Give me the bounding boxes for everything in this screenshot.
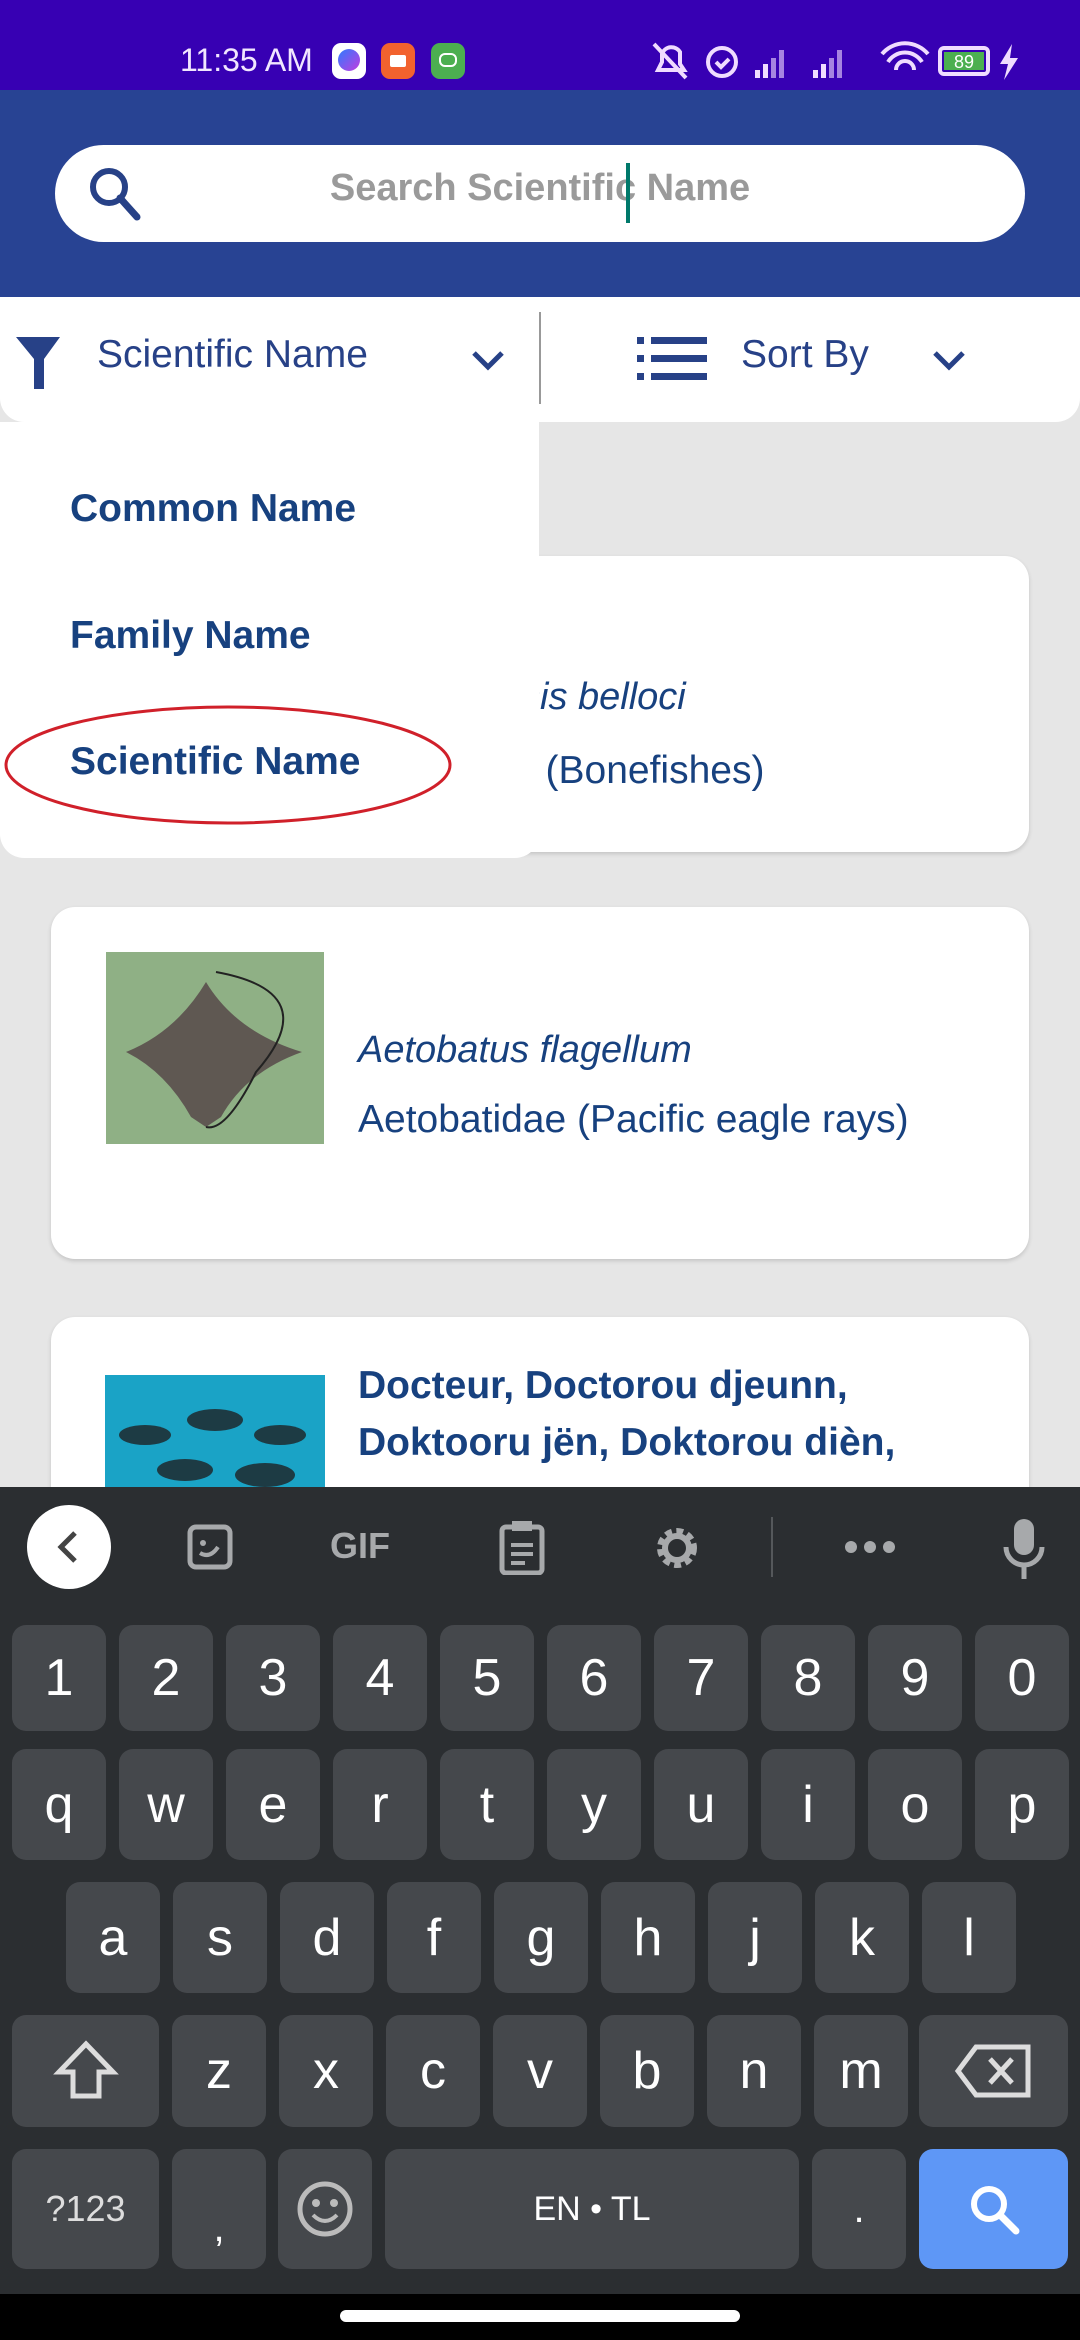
- key-5[interactable]: 5: [440, 1625, 534, 1731]
- search-icon: [970, 2186, 1019, 2235]
- filter-dropdown-button[interactable]: Scientific Name: [0, 297, 539, 422]
- period-key[interactable]: .: [812, 2149, 906, 2269]
- key-l[interactable]: l: [922, 1882, 1016, 1993]
- scientific-name: Aetobatus flagellum: [358, 1029, 692, 1071]
- key-8[interactable]: 8: [761, 1625, 855, 1731]
- clock: 11:35 AM: [180, 42, 313, 78]
- microphone-icon[interactable]: [1000, 1517, 1048, 1581]
- species-card[interactable]: Aetobatus flagellum Aetobatidae (Pacific…: [51, 907, 1029, 1259]
- key-x[interactable]: x: [279, 2015, 373, 2127]
- text-cursor: [626, 163, 630, 223]
- symbols-key[interactable]: ?123: [12, 2149, 159, 2269]
- species-image: [106, 952, 324, 1144]
- emoji-icon: [297, 2181, 353, 2237]
- key-a[interactable]: a: [66, 1882, 160, 1993]
- search-action-key[interactable]: [919, 2149, 1068, 2269]
- sort-by-label: Sort By: [741, 333, 869, 376]
- key-6[interactable]: 6: [547, 1625, 641, 1731]
- filter-icon: [16, 337, 60, 389]
- key-7[interactable]: 7: [654, 1625, 748, 1731]
- family-name: Aetobatidae (Pacific eagle rays): [358, 1098, 909, 1141]
- toolbar-divider: [771, 1517, 773, 1577]
- key-r[interactable]: r: [333, 1749, 427, 1860]
- alarm-icon: [706, 46, 738, 78]
- filter-selected: Scientific Name: [97, 333, 368, 376]
- charging-icon: [1000, 44, 1018, 80]
- list-icon: [637, 337, 707, 380]
- key-o[interactable]: o: [868, 1749, 962, 1860]
- key-w[interactable]: w: [119, 1749, 213, 1860]
- option-common-name[interactable]: Common Name: [70, 487, 356, 531]
- search-placeholder: Search Scientific Name: [329, 167, 751, 209]
- key-d[interactable]: d: [280, 1882, 374, 1993]
- option-family-name[interactable]: Family Name: [70, 614, 311, 658]
- video-call-icon: [381, 43, 415, 79]
- filter-dropdown-menu: Common Name Family Name Scientific Name: [0, 422, 539, 858]
- battery-level: 89: [954, 52, 974, 72]
- key-p[interactable]: p: [975, 1749, 1069, 1860]
- key-t[interactable]: t: [440, 1749, 534, 1860]
- key-n[interactable]: n: [707, 2015, 801, 2127]
- messenger-icon: [332, 43, 366, 79]
- key-g[interactable]: g: [494, 1882, 588, 1993]
- backspace-icon: [954, 2044, 1030, 2098]
- key-3[interactable]: 3: [226, 1625, 320, 1731]
- key-4[interactable]: 4: [333, 1625, 427, 1731]
- wifi-icon: [880, 41, 930, 71]
- emoji-key[interactable]: [278, 2149, 372, 2269]
- signal-icon: [755, 50, 842, 78]
- settings-gear-icon[interactable]: [652, 1523, 702, 1573]
- key-e[interactable]: e: [226, 1749, 320, 1860]
- sticker-icon[interactable]: [186, 1523, 236, 1573]
- annotation-ellipse: [4, 705, 452, 825]
- family-name: e (Bonefishes): [513, 749, 765, 792]
- backspace-key[interactable]: [919, 2015, 1068, 2127]
- key-s[interactable]: s: [173, 1882, 267, 1993]
- key-f[interactable]: f: [387, 1882, 481, 1993]
- key-k[interactable]: k: [815, 1882, 909, 1993]
- key-h[interactable]: h: [601, 1882, 695, 1993]
- key-1[interactable]: 1: [12, 1625, 106, 1731]
- android-bot-icon: [431, 43, 465, 79]
- search-input[interactable]: Search Scientific Name: [55, 145, 1025, 242]
- chevron-down-icon: [472, 351, 504, 371]
- more-icon[interactable]: [843, 1539, 897, 1555]
- shift-key[interactable]: [12, 2015, 159, 2127]
- system-icons: 89: [652, 41, 1018, 80]
- key-m[interactable]: m: [814, 2015, 908, 2127]
- comma-key[interactable]: ,: [172, 2149, 266, 2269]
- keyboard-back-button[interactable]: [27, 1505, 111, 1589]
- key-b[interactable]: b: [600, 2015, 694, 2127]
- key-c[interactable]: c: [386, 2015, 480, 2127]
- key-i[interactable]: i: [761, 1749, 855, 1860]
- navigation-bar: [0, 2294, 1080, 2340]
- key-z[interactable]: z: [172, 2015, 266, 2127]
- clipboard-icon[interactable]: [498, 1519, 546, 1575]
- key-2[interactable]: 2: [119, 1625, 213, 1731]
- key-v[interactable]: v: [493, 2015, 587, 2127]
- filter-bar: Scientific Name Sort By: [0, 297, 1080, 422]
- status-bar: 11:35 AM 89: [0, 0, 1080, 90]
- bell-off-icon: [652, 42, 688, 80]
- gif-button[interactable]: GIF: [330, 1525, 390, 1567]
- chevron-down-icon: [933, 351, 965, 371]
- scientific-name: sis belloci: [521, 676, 686, 718]
- chevron-left-icon: [57, 1531, 77, 1563]
- keyboard: GIF 1234567890 qwertyuiop asdfghjkl zxcvbnm…: [0, 1487, 1080, 2294]
- shift-icon: [52, 2040, 119, 2099]
- home-handle[interactable]: [340, 2310, 740, 2322]
- common-names: Docteur, Doctorou djeunn, Doktooru jën, …: [358, 1364, 896, 1464]
- key-9[interactable]: 9: [868, 1625, 962, 1731]
- key-q[interactable]: q: [12, 1749, 106, 1860]
- key-0[interactable]: 0: [975, 1625, 1069, 1731]
- space-key[interactable]: EN • TL: [385, 2149, 799, 2269]
- sort-by-button[interactable]: Sort By: [541, 297, 1080, 422]
- key-u[interactable]: u: [654, 1749, 748, 1860]
- key-j[interactable]: j: [708, 1882, 802, 1993]
- key-y[interactable]: y: [547, 1749, 641, 1860]
